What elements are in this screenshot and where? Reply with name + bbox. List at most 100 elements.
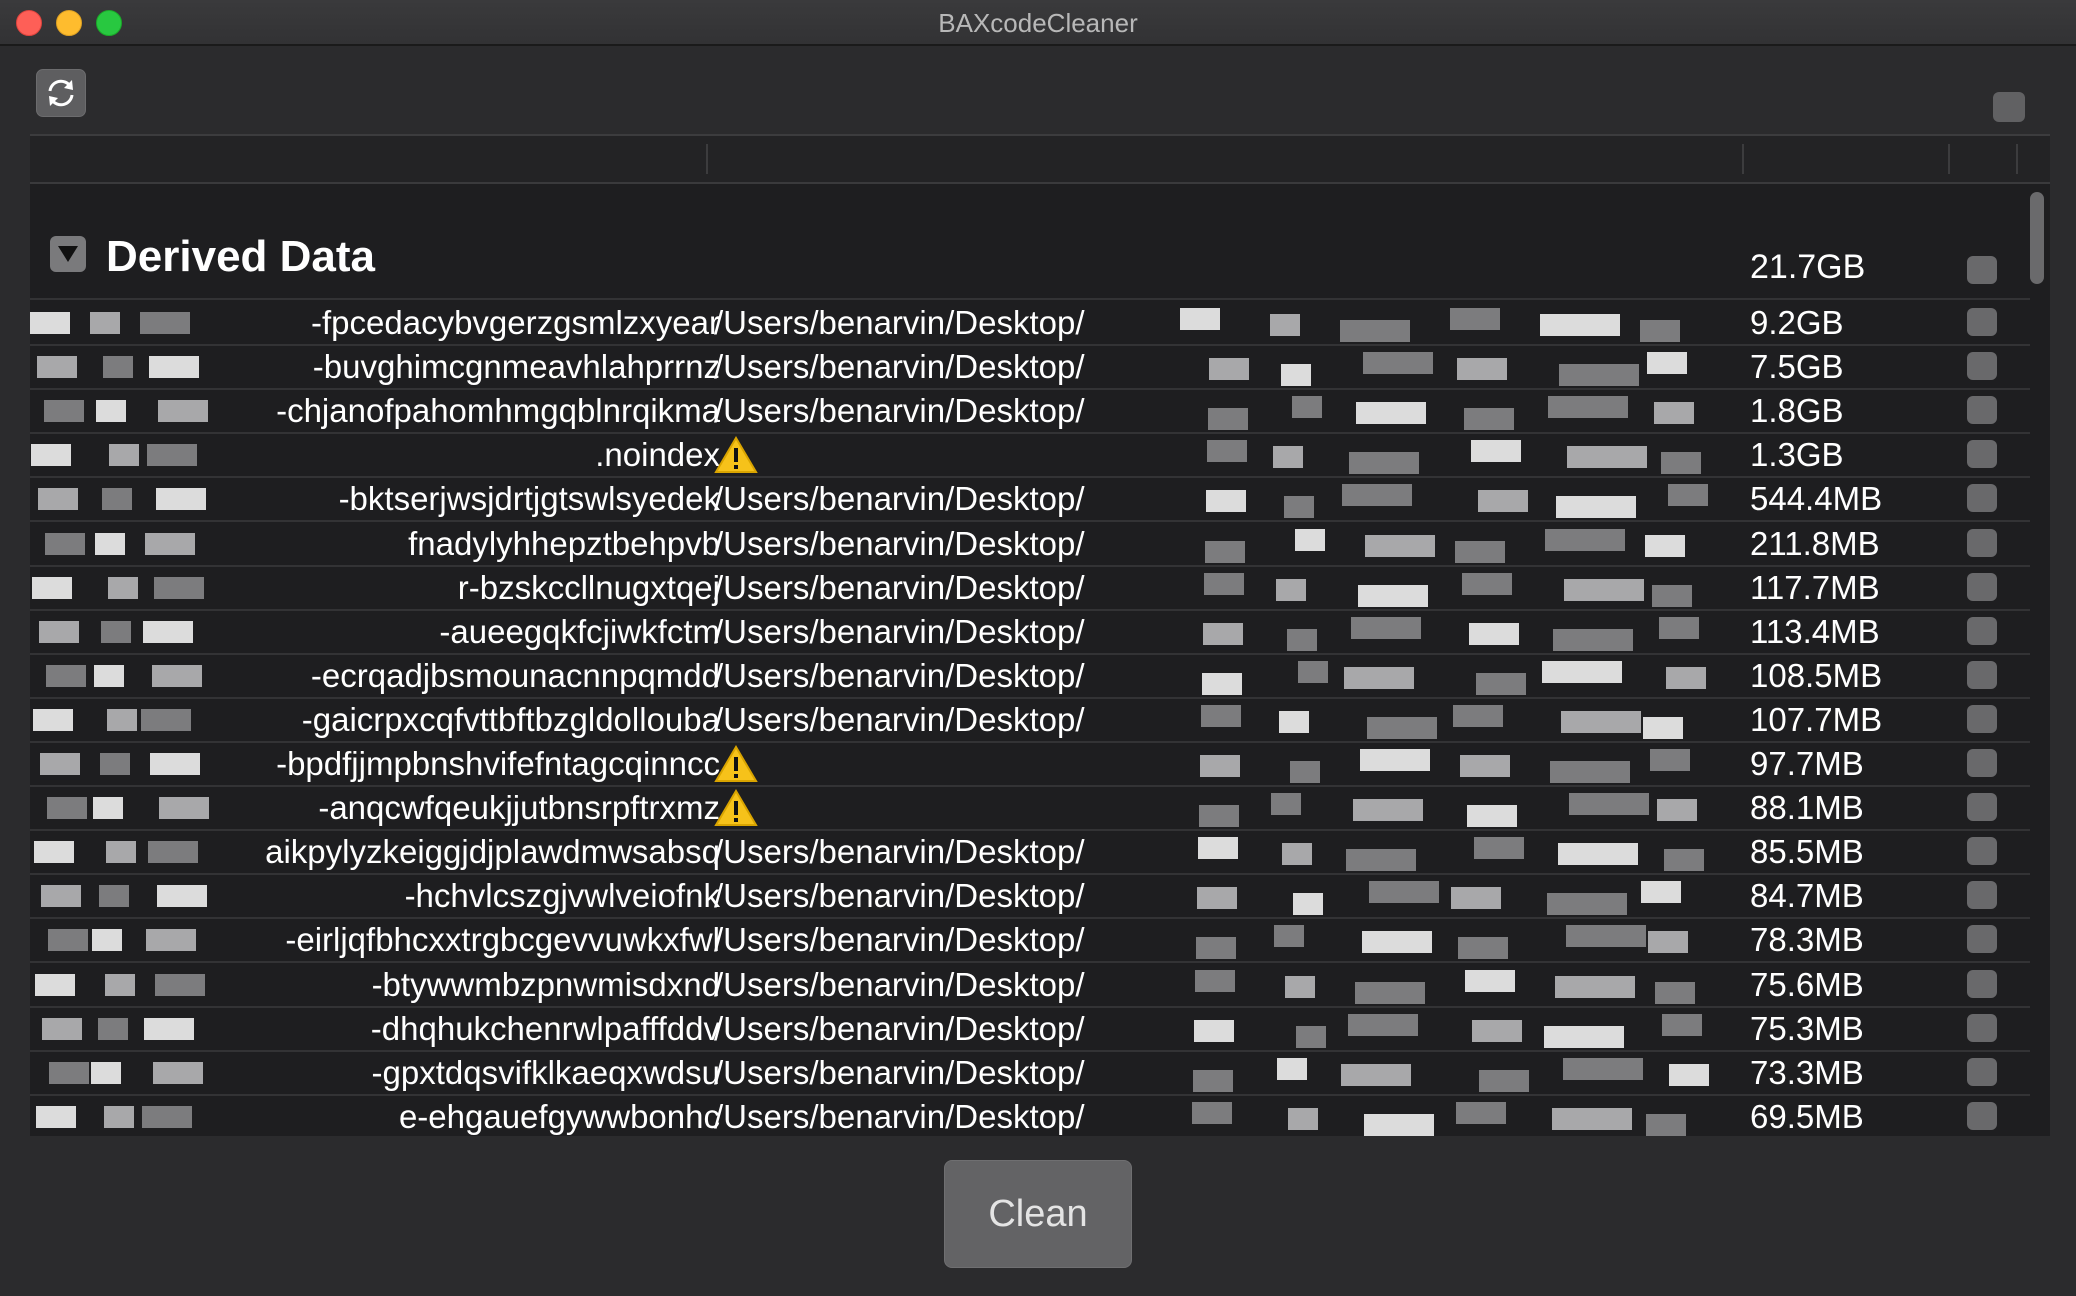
table-row[interactable]: r-bzskccllnugxtqej/Users/benarvin/Deskto… [30, 565, 2030, 611]
redaction-block [1640, 320, 1680, 342]
redaction-block [1464, 408, 1514, 431]
column-divider[interactable] [2016, 144, 2018, 174]
redaction-block [1209, 358, 1249, 381]
row-name: r-bzskccllnugxtqej [457, 568, 720, 606]
toolbar-toggle-button[interactable] [1993, 92, 2025, 122]
row-path: /Users/benarvin/Desktop/ [714, 700, 1085, 738]
row-checkbox[interactable] [1967, 396, 1997, 425]
redaction-block [37, 356, 77, 379]
refresh-button[interactable] [36, 69, 86, 117]
row-checkbox[interactable] [1967, 440, 1997, 469]
row-name: -bpdfjjmpbnshvifefntagcqinncc [276, 745, 720, 782]
row-checkbox[interactable] [1967, 484, 1997, 513]
redaction-block [1547, 893, 1627, 916]
row-checkbox[interactable] [1967, 660, 1997, 689]
table-row[interactable]: -buvghimcgnmeavhlahprrnz/Users/benarvin/… [30, 344, 2030, 391]
row-checkbox[interactable] [1967, 572, 1997, 601]
row-checkbox[interactable] [1967, 528, 1997, 557]
redaction-block [1668, 484, 1708, 507]
row-checkbox[interactable] [1967, 749, 1997, 777]
window-title: BAXcodeCleaner [938, 8, 1138, 38]
redaction-block [150, 753, 200, 775]
row-checkbox[interactable] [1967, 925, 1997, 954]
redaction-block [1662, 1013, 1702, 1036]
redaction-block [34, 841, 74, 864]
column-divider[interactable] [1742, 144, 1744, 174]
row-checkbox[interactable] [1967, 1057, 1997, 1086]
redaction-block [1285, 975, 1315, 998]
redaction-block [95, 532, 125, 555]
column-divider[interactable] [706, 144, 708, 174]
clean-button[interactable]: Clean [944, 1160, 1132, 1268]
redaction-block [1201, 704, 1241, 727]
group-checkbox[interactable] [1967, 256, 1997, 284]
redaction-block [100, 753, 130, 775]
redaction-block [1659, 616, 1699, 639]
redaction-block [108, 576, 138, 599]
table-row[interactable]: -dhqhukchenrwlpafffddv/Users/benarvin/De… [30, 1006, 2030, 1052]
redaction-block [1478, 490, 1528, 513]
row-checkbox[interactable] [1967, 1101, 1997, 1130]
redaction-block [1279, 710, 1309, 733]
table-row[interactable]: -chjanofpahomhmgqblnrqikma/Users/benarvi… [30, 388, 2030, 435]
redaction-block [1296, 1025, 1326, 1048]
table-row[interactable]: e-ehgauefgywwbonhc/Users/benarvin/Deskto… [30, 1094, 2030, 1136]
redaction-block [104, 1105, 134, 1128]
table-row[interactable]: -aueegqkfcjiwkfctm/Users/benarvin/Deskto… [30, 609, 2030, 655]
redaction-block [1556, 496, 1636, 519]
redaction-block [1194, 1019, 1234, 1042]
row-name: -buvghimcgnmeavhlahprrnz [312, 348, 720, 386]
table-row[interactable]: -anqcwfqeukjjutbnsrpftrxmz 88.1MB [30, 785, 2030, 832]
row-checkbox[interactable] [1967, 969, 1997, 998]
row-checkbox[interactable] [1967, 704, 1997, 733]
row-name: -gpxtdqsvifklkaeqxwdsu [371, 1053, 721, 1091]
column-divider[interactable] [1948, 144, 1950, 174]
redaction-block [145, 532, 195, 555]
redaction-block [1355, 981, 1425, 1004]
row-checkbox[interactable] [1967, 837, 1997, 866]
table-row[interactable]: -gaicrpxcqfvttbftbzgldollouba/Users/bena… [30, 697, 2030, 743]
table-row[interactable]: .noindex 1.3GB [30, 432, 2030, 479]
group-size: 21.7GB [1750, 248, 1866, 286]
row-checkbox[interactable] [1967, 881, 1997, 910]
row-checkbox[interactable] [1967, 308, 1997, 336]
disclosure-triangle[interactable] [50, 236, 86, 272]
row-checkbox[interactable] [1967, 616, 1997, 645]
table-row[interactable]: fnadylyhhepztbehpvb/Users/benarvin/Deskt… [30, 521, 2030, 567]
table-row[interactable]: -fpcedacybvgerzgsmlzxyear/Users/benarvin… [30, 300, 2030, 346]
redaction-block [103, 356, 133, 379]
vertical-scrollbar[interactable] [2030, 192, 2044, 284]
row-name: -aueegqkfcjiwkfctm [439, 612, 720, 650]
row-size: 75.3MB [1750, 1009, 1864, 1047]
table-row[interactable]: -ecrqadjbsmounacnnpqmdd/Users/benarvin/D… [30, 653, 2030, 699]
row-checkbox[interactable] [1967, 793, 1997, 822]
redaction-block [1362, 931, 1432, 954]
redaction-block [1344, 666, 1414, 689]
redaction-block [1650, 749, 1690, 771]
row-name: -dhqhukchenrwlpafffddv [370, 1009, 720, 1047]
redaction-block [1450, 308, 1500, 330]
table-row[interactable]: -bktserjwsjdrtjgtswlsyedek/Users/benarvi… [30, 476, 2030, 523]
redaction-block [1208, 408, 1248, 431]
row-checkbox[interactable] [1967, 352, 1997, 381]
table-row[interactable]: -bpdfjjmpbnshvifefntagcqinncc 97.7MB [30, 741, 2030, 787]
redaction-block [149, 356, 199, 379]
redaction-block [46, 664, 86, 687]
row-checkbox[interactable] [1967, 1013, 1997, 1042]
redaction-block [1205, 540, 1245, 563]
redaction-block [98, 1017, 128, 1040]
table-row[interactable]: -btywwmbzpnwmisdxnd/Users/benarvin/Deskt… [30, 962, 2030, 1008]
row-name: -eirljqfbhcxxtrgbcgevvuwkxfwl [285, 921, 720, 959]
redaction-block [1360, 749, 1430, 771]
table-row[interactable]: -hchvlcszgjvwlveiofnk/Users/benarvin/Des… [30, 873, 2030, 920]
redaction-block [1553, 628, 1633, 651]
table-row[interactable]: -gpxtdqsvifklkaeqxwdsu/Users/benarvin/De… [30, 1050, 2030, 1096]
redaction-block [1548, 396, 1628, 419]
row-name: -gaicrpxcqfvttbftbzgldollouba [301, 700, 720, 738]
row-size: 75.6MB [1750, 965, 1864, 1003]
table-row[interactable]: -eirljqfbhcxxtrgbcgevvuwkxfwl/Users/bena… [30, 917, 2030, 964]
row-name: -hchvlcszgjvwlveiofnk [404, 877, 720, 915]
table-row[interactable]: aikpylyzkeiggjdjplawdmwsabsq/Users/benar… [30, 829, 2030, 876]
group-title: Derived Data [106, 232, 376, 281]
redaction-block [1342, 484, 1412, 507]
